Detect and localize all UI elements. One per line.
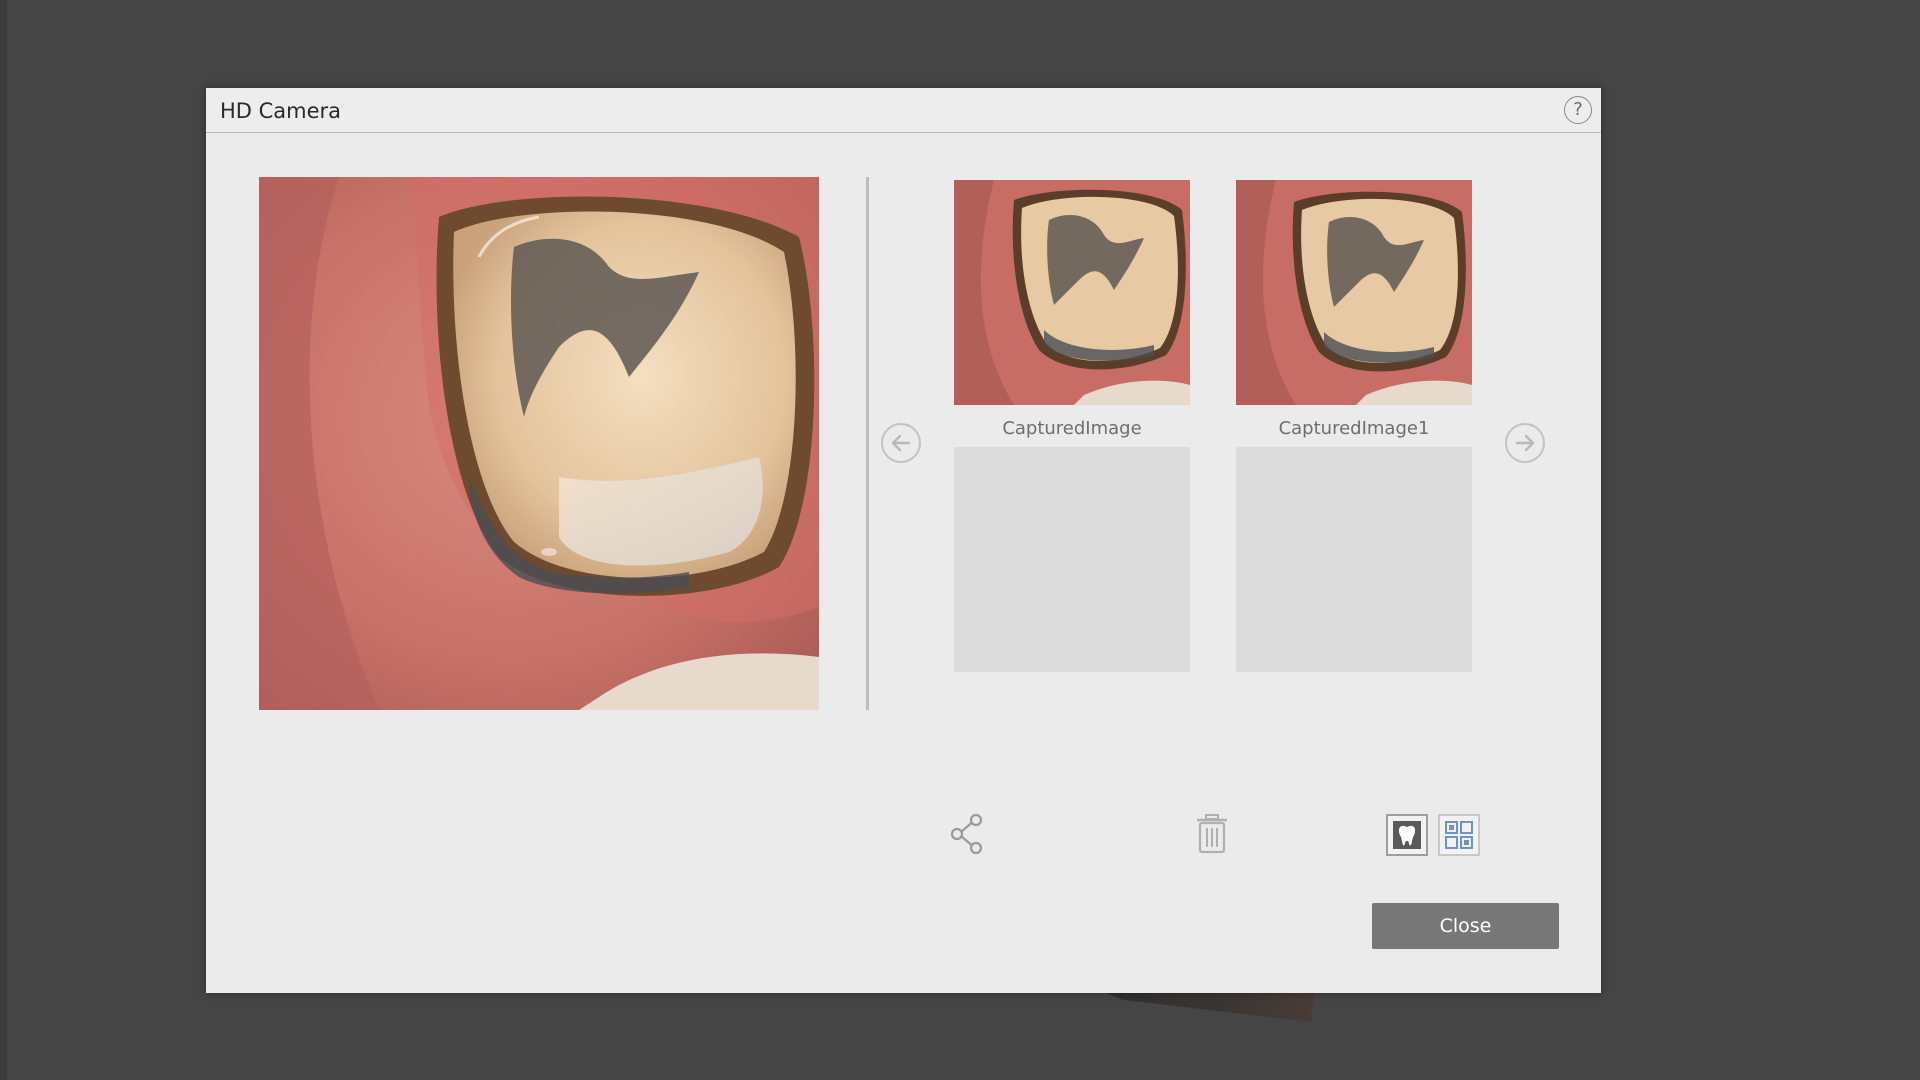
empty-capture-slot	[1236, 447, 1472, 672]
background-scan-fragment	[1100, 990, 1315, 1022]
share-button[interactable]	[947, 812, 989, 856]
capture-label: CapturedImage1	[1278, 418, 1430, 439]
grid-icon	[1445, 821, 1473, 849]
share-icon	[950, 813, 983, 855]
dialog-title: HD Camera	[220, 99, 342, 123]
hd-camera-dialog: HD Camera ? CapturedImage CapturedImage1…	[206, 88, 1601, 993]
arrow-left-icon	[891, 434, 911, 452]
panel-divider	[866, 177, 869, 710]
captured-thumbnail[interactable]	[954, 180, 1190, 405]
capture-label: CapturedImage	[1002, 418, 1142, 439]
arrow-right-icon	[1515, 434, 1535, 452]
tooth-icon	[1393, 821, 1421, 849]
close-button[interactable]: Close	[1372, 903, 1559, 949]
delete-button[interactable]	[1191, 812, 1233, 856]
question-mark-icon: ?	[1573, 99, 1583, 120]
dialog-titlebar: HD Camera ?	[206, 88, 1601, 133]
tooth-view-toggle[interactable]	[1386, 814, 1428, 856]
captured-thumbnail[interactable]	[1236, 180, 1472, 405]
help-button[interactable]: ?	[1564, 96, 1592, 124]
next-button[interactable]	[1505, 423, 1545, 463]
live-preview-image	[259, 177, 819, 710]
trash-icon	[1197, 814, 1227, 854]
backdrop-edge	[0, 0, 7, 1080]
empty-capture-slot	[954, 447, 1190, 672]
previous-button[interactable]	[881, 423, 921, 463]
grid-view-toggle[interactable]	[1438, 814, 1480, 856]
